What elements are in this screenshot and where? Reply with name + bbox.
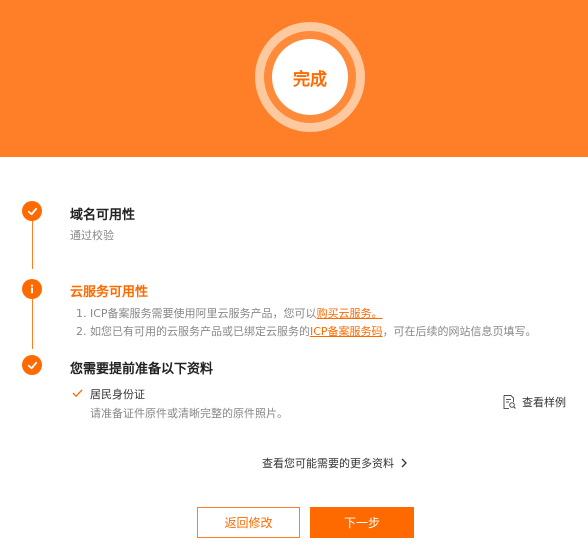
- document-search-icon: [503, 395, 516, 409]
- next-button-label: 下一步: [343, 516, 380, 530]
- chevron-right-icon: [401, 458, 407, 468]
- completion-badge: 完成: [272, 39, 348, 115]
- step-passed-indicator: [22, 355, 42, 375]
- completion-badge-inner-ring: 完成: [264, 31, 356, 123]
- buy-cloud-service-link[interactable]: 购买云服务。: [317, 307, 383, 320]
- note-2-text: 2. 如您已有可用的云服务产品或已绑定云服务的: [76, 325, 310, 338]
- step-domain-title: 域名可用性: [70, 208, 136, 223]
- timeline-connector: [32, 299, 33, 349]
- step-cloud-note-1: 1. ICP备案服务需要使用阿里云服务产品，您可以购买云服务。: [76, 305, 383, 321]
- more-materials-label: 查看您可能需要的更多资料: [262, 457, 394, 470]
- step-cloud-title: 云服务可用性: [70, 285, 149, 300]
- document-description: 请准备证件原件或清晰完整的原件照片。: [90, 407, 288, 420]
- next-button[interactable]: 下一步: [310, 507, 414, 538]
- more-materials-link[interactable]: 查看您可能需要的更多资料: [262, 455, 409, 471]
- check-icon: [27, 207, 37, 215]
- step-passed-indicator: [22, 201, 42, 221]
- step-info-indicator: [22, 279, 42, 299]
- view-sample-label: 查看样例: [522, 396, 566, 409]
- view-sample-link[interactable]: 查看样例: [501, 394, 566, 410]
- step-prepare-title: 您需要提前准备以下资料: [70, 362, 214, 377]
- back-button[interactable]: 返回修改: [197, 507, 300, 538]
- icp-service-code-link[interactable]: ICP备案服务码: [310, 325, 383, 338]
- step-cloud-note-2: 2. 如您已有可用的云服务产品或已绑定云服务的ICP备案服务码，可在后续的网站信…: [76, 323, 537, 339]
- document-name: 居民身份证: [90, 388, 145, 401]
- back-button-label: 返回修改: [224, 516, 273, 530]
- completion-badge-ring: 完成: [255, 22, 365, 132]
- timeline-connector: [32, 221, 33, 269]
- checkmark-icon: [72, 387, 83, 401]
- note-2-suffix: ，可在后续的网站信息页填写。: [382, 325, 537, 338]
- check-icon: [27, 361, 37, 369]
- step-domain-status: 通过校验: [70, 229, 114, 242]
- completion-badge-label: 完成: [293, 69, 327, 90]
- info-icon: [30, 284, 34, 294]
- header-banner: 完成: [0, 0, 588, 157]
- note-1-text: 1. ICP备案服务需要使用阿里云服务产品，您可以: [76, 307, 317, 320]
